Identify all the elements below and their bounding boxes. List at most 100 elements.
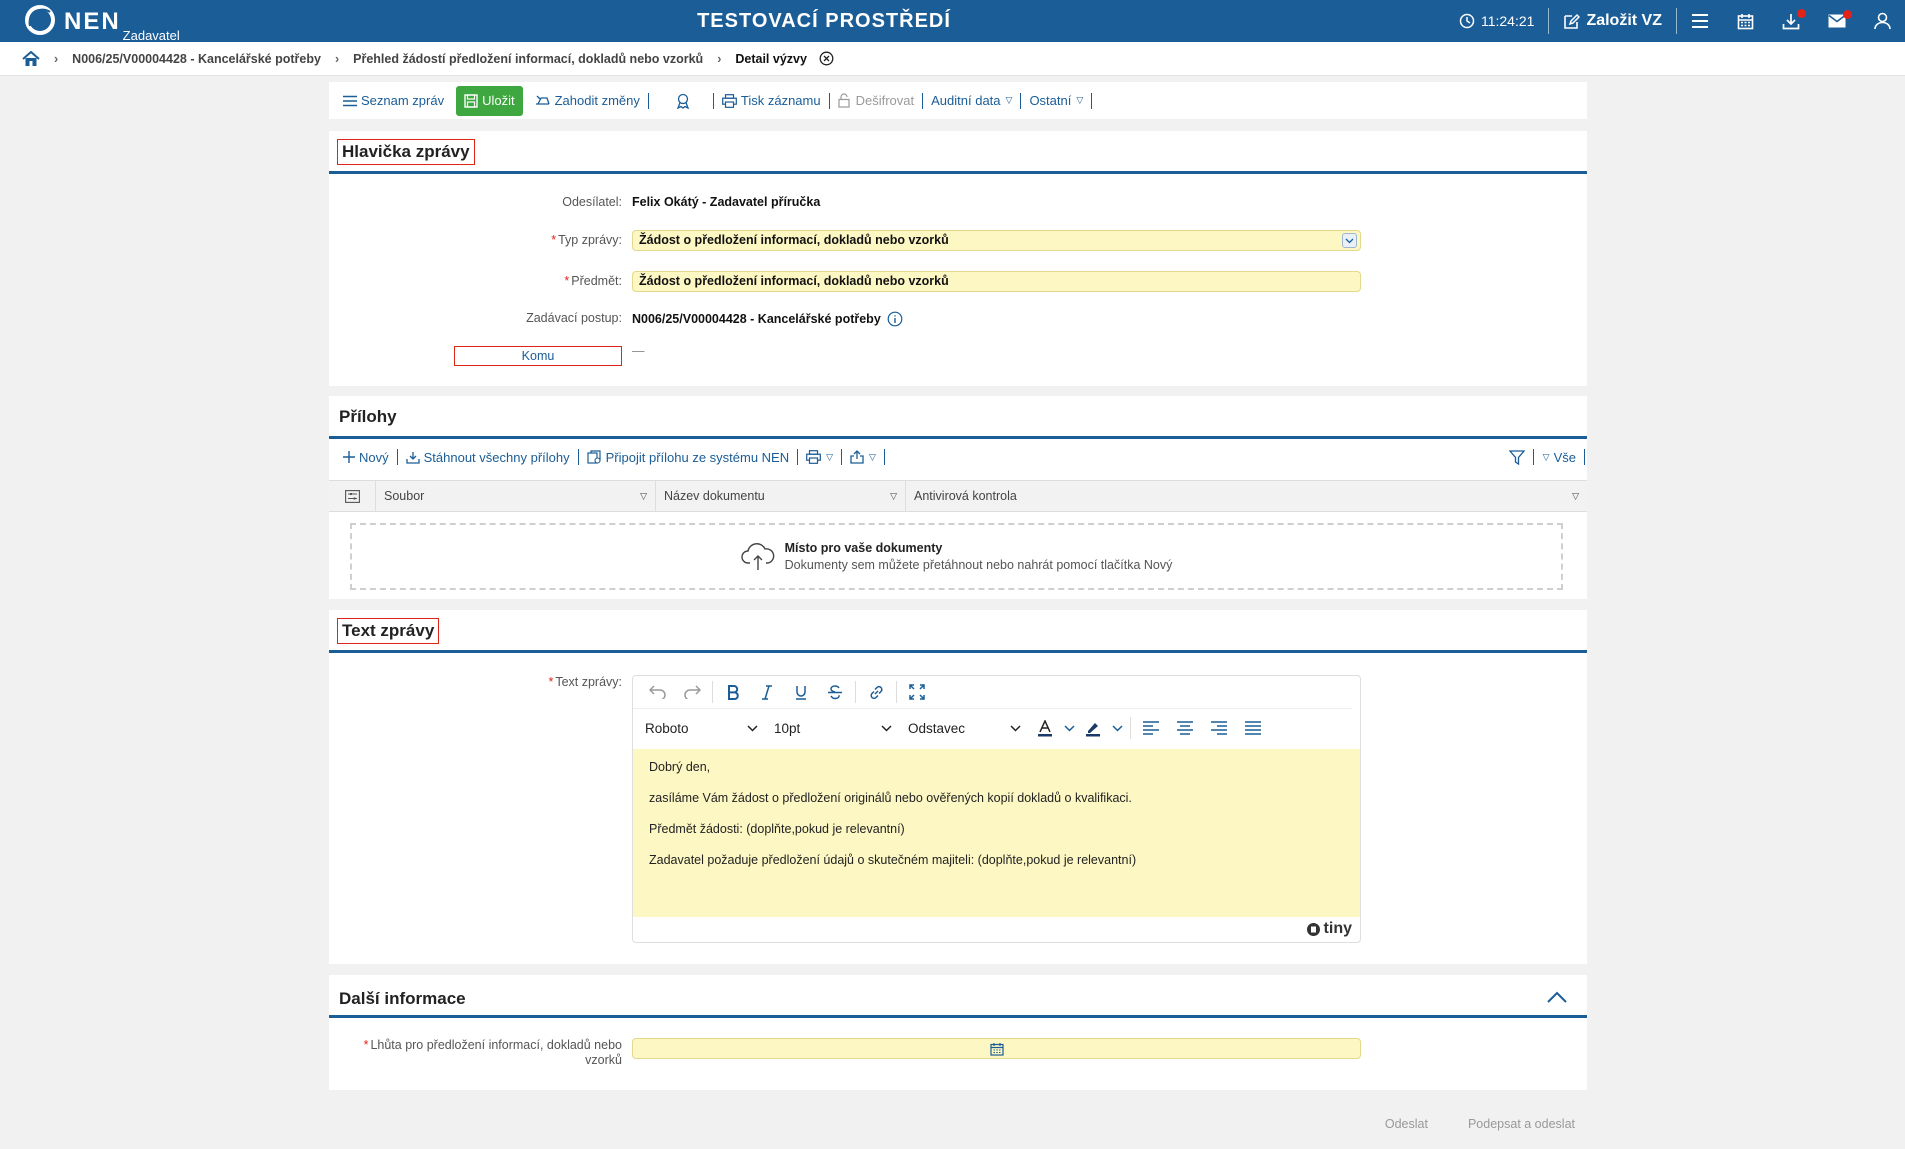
to-recipients-button[interactable]: Komu xyxy=(454,346,622,366)
certificate-button[interactable] xyxy=(669,88,697,114)
column-antivirus[interactable]: Antivirová kontrola ▽ xyxy=(906,481,1587,511)
download-icon xyxy=(405,451,420,464)
downloads-button[interactable] xyxy=(1768,0,1814,42)
procedure-value-wrap: N006/25/V00004428 - Kancelářské potřeby xyxy=(632,311,903,327)
align-left-icon xyxy=(1143,721,1159,735)
decrypt-button[interactable]: Dešifrovat xyxy=(832,88,921,114)
text-color-dropdown[interactable] xyxy=(1059,714,1079,742)
info-icon[interactable] xyxy=(887,311,903,327)
align-right-button[interactable] xyxy=(1202,714,1236,742)
highlight-color-dropdown[interactable] xyxy=(1107,714,1127,742)
calendar-icon xyxy=(1737,13,1754,30)
export-icon xyxy=(850,450,864,464)
new-attachment-button[interactable]: Nový xyxy=(337,444,395,470)
filter-all-dropdown[interactable]: ▽ Vše xyxy=(1536,444,1582,470)
tiny-label: tiny xyxy=(1323,920,1352,937)
column-file[interactable]: Soubor ▽ xyxy=(376,481,656,511)
align-center-button[interactable] xyxy=(1168,714,1202,742)
align-justify-button[interactable] xyxy=(1236,714,1270,742)
font-size-select[interactable]: 10pt xyxy=(768,714,898,742)
message-list-label: Seznam zpráv xyxy=(361,93,445,108)
deadline-date-input[interactable] xyxy=(632,1038,1361,1059)
column-settings-button[interactable] xyxy=(329,481,376,511)
attach-document-icon xyxy=(587,450,602,464)
triangle-down-icon[interactable]: ▽ xyxy=(890,491,897,502)
create-vz-label: Založit VZ xyxy=(1586,12,1662,29)
chevron-down-icon[interactable] xyxy=(1342,233,1357,248)
notification-dot xyxy=(1797,8,1806,18)
user-icon xyxy=(1874,12,1891,30)
sign-and-send-button[interactable]: Podepsat a odeslat xyxy=(1468,1117,1575,1131)
breadcrumb-procedure[interactable]: N006/25/V00004428 - Kancelářské potřeby xyxy=(72,52,321,66)
save-button[interactable]: Uložit xyxy=(456,85,523,116)
bold-button[interactable] xyxy=(716,678,750,706)
redo-icon xyxy=(683,685,701,699)
print-record-button[interactable]: Tisk záznamu xyxy=(716,88,827,114)
undo-button[interactable] xyxy=(641,678,675,706)
more-info-panel: Další informace * Lhůta pro předložení in… xyxy=(329,975,1587,1090)
mail-icon xyxy=(1828,10,1852,28)
message-type-select[interactable]: Žádost o předložení informací, dokladů n… xyxy=(632,230,1361,251)
block-format-select[interactable]: Odstavec xyxy=(902,714,1027,742)
home-icon[interactable] xyxy=(22,50,40,67)
link-button[interactable] xyxy=(859,678,893,706)
attach-from-nen-button[interactable]: Připojit přílohu ze systému NEN xyxy=(581,444,796,470)
file-dropzone[interactable]: Místo pro vaše dokumenty Dokumenty sem m… xyxy=(350,523,1563,590)
column-document-name[interactable]: Název dokumentu ▽ xyxy=(656,481,906,511)
more-info-title: Další informace xyxy=(339,989,466,1008)
italic-button[interactable] xyxy=(750,678,784,706)
underline-button[interactable] xyxy=(784,678,818,706)
sender-value: Felix Okátý - Zadavatel příručka xyxy=(632,195,821,209)
subject-input[interactable]: Žádost o předložení informací, dokladů n… xyxy=(632,271,1361,292)
create-vz-button[interactable]: Založit VZ xyxy=(1549,0,1676,42)
discard-changes-button[interactable]: Zahodit změny xyxy=(529,88,646,114)
calendar-icon[interactable] xyxy=(989,1042,1004,1056)
message-list-button[interactable]: Seznam zpráv xyxy=(337,88,450,114)
download-all-button[interactable]: Stáhnout všechny přílohy xyxy=(400,444,576,470)
calendar-button[interactable] xyxy=(1723,0,1768,42)
export-dropdown[interactable]: ▽ xyxy=(844,444,882,470)
send-button[interactable]: Odeslat xyxy=(1385,1117,1428,1131)
highlight-color-button[interactable] xyxy=(1079,714,1107,742)
fullscreen-button[interactable] xyxy=(900,678,934,706)
font-family-select[interactable]: Roboto xyxy=(639,714,764,742)
save-icon xyxy=(464,93,478,108)
environment-title: TESTOVACÍ PROSTŘEDÍ xyxy=(697,10,951,32)
strikethrough-icon xyxy=(828,684,842,700)
divider xyxy=(855,681,856,703)
session-timer: 11:24:21 xyxy=(1445,0,1548,42)
tiny-logo-icon xyxy=(1306,922,1321,937)
triangle-down-icon[interactable]: ▽ xyxy=(640,491,647,502)
triangle-down-icon[interactable]: ▽ xyxy=(1572,491,1579,502)
chevron-down-icon xyxy=(881,724,892,732)
chevron-right-icon: › xyxy=(334,51,340,66)
attachments-grid-header: Soubor ▽ Název dokumentu ▽ Antivirová ko… xyxy=(329,480,1587,512)
message-text-label: * Text zprávy: xyxy=(548,675,622,689)
divider xyxy=(1584,449,1585,465)
subject-label-text: Předmět: xyxy=(571,274,622,288)
align-left-button[interactable] xyxy=(1134,714,1168,742)
filter-button[interactable] xyxy=(1503,444,1531,470)
audit-data-dropdown[interactable]: Auditní data ▽ xyxy=(925,88,1018,114)
other-dropdown[interactable]: Ostatní ▽ xyxy=(1023,88,1089,114)
menu-button[interactable] xyxy=(1677,0,1723,42)
italic-icon xyxy=(762,684,772,700)
tiny-branding[interactable]: tiny xyxy=(633,916,1360,942)
text-color-button[interactable] xyxy=(1031,714,1059,742)
print-attachments-dropdown[interactable]: ▽ xyxy=(800,444,839,470)
redo-button[interactable] xyxy=(675,678,709,706)
close-circle-icon[interactable] xyxy=(819,51,834,66)
block-format-value: Odstavec xyxy=(908,720,966,736)
column-antivirus-label: Antivirová kontrola xyxy=(914,489,1017,503)
chevron-up-icon[interactable] xyxy=(1547,991,1567,1003)
editor-content[interactable]: Dobrý den, zasíláme Vám žádost o předlož… xyxy=(633,749,1360,917)
bold-icon xyxy=(727,684,739,700)
breadcrumb-requests-overview[interactable]: Přehled žádostí předložení informací, do… xyxy=(353,52,703,66)
paragraph: Zadavatel požaduje předložení údajů o sk… xyxy=(649,853,1137,867)
strikethrough-button[interactable] xyxy=(818,678,852,706)
breadcrumb: › N006/25/V00004428 - Kancelářské potřeb… xyxy=(0,42,1905,76)
triangle-down-icon: ▽ xyxy=(1076,95,1084,105)
user-button[interactable] xyxy=(1860,0,1905,42)
editor-toolbar-row-1 xyxy=(633,676,1352,709)
messages-button[interactable] xyxy=(1814,0,1860,42)
